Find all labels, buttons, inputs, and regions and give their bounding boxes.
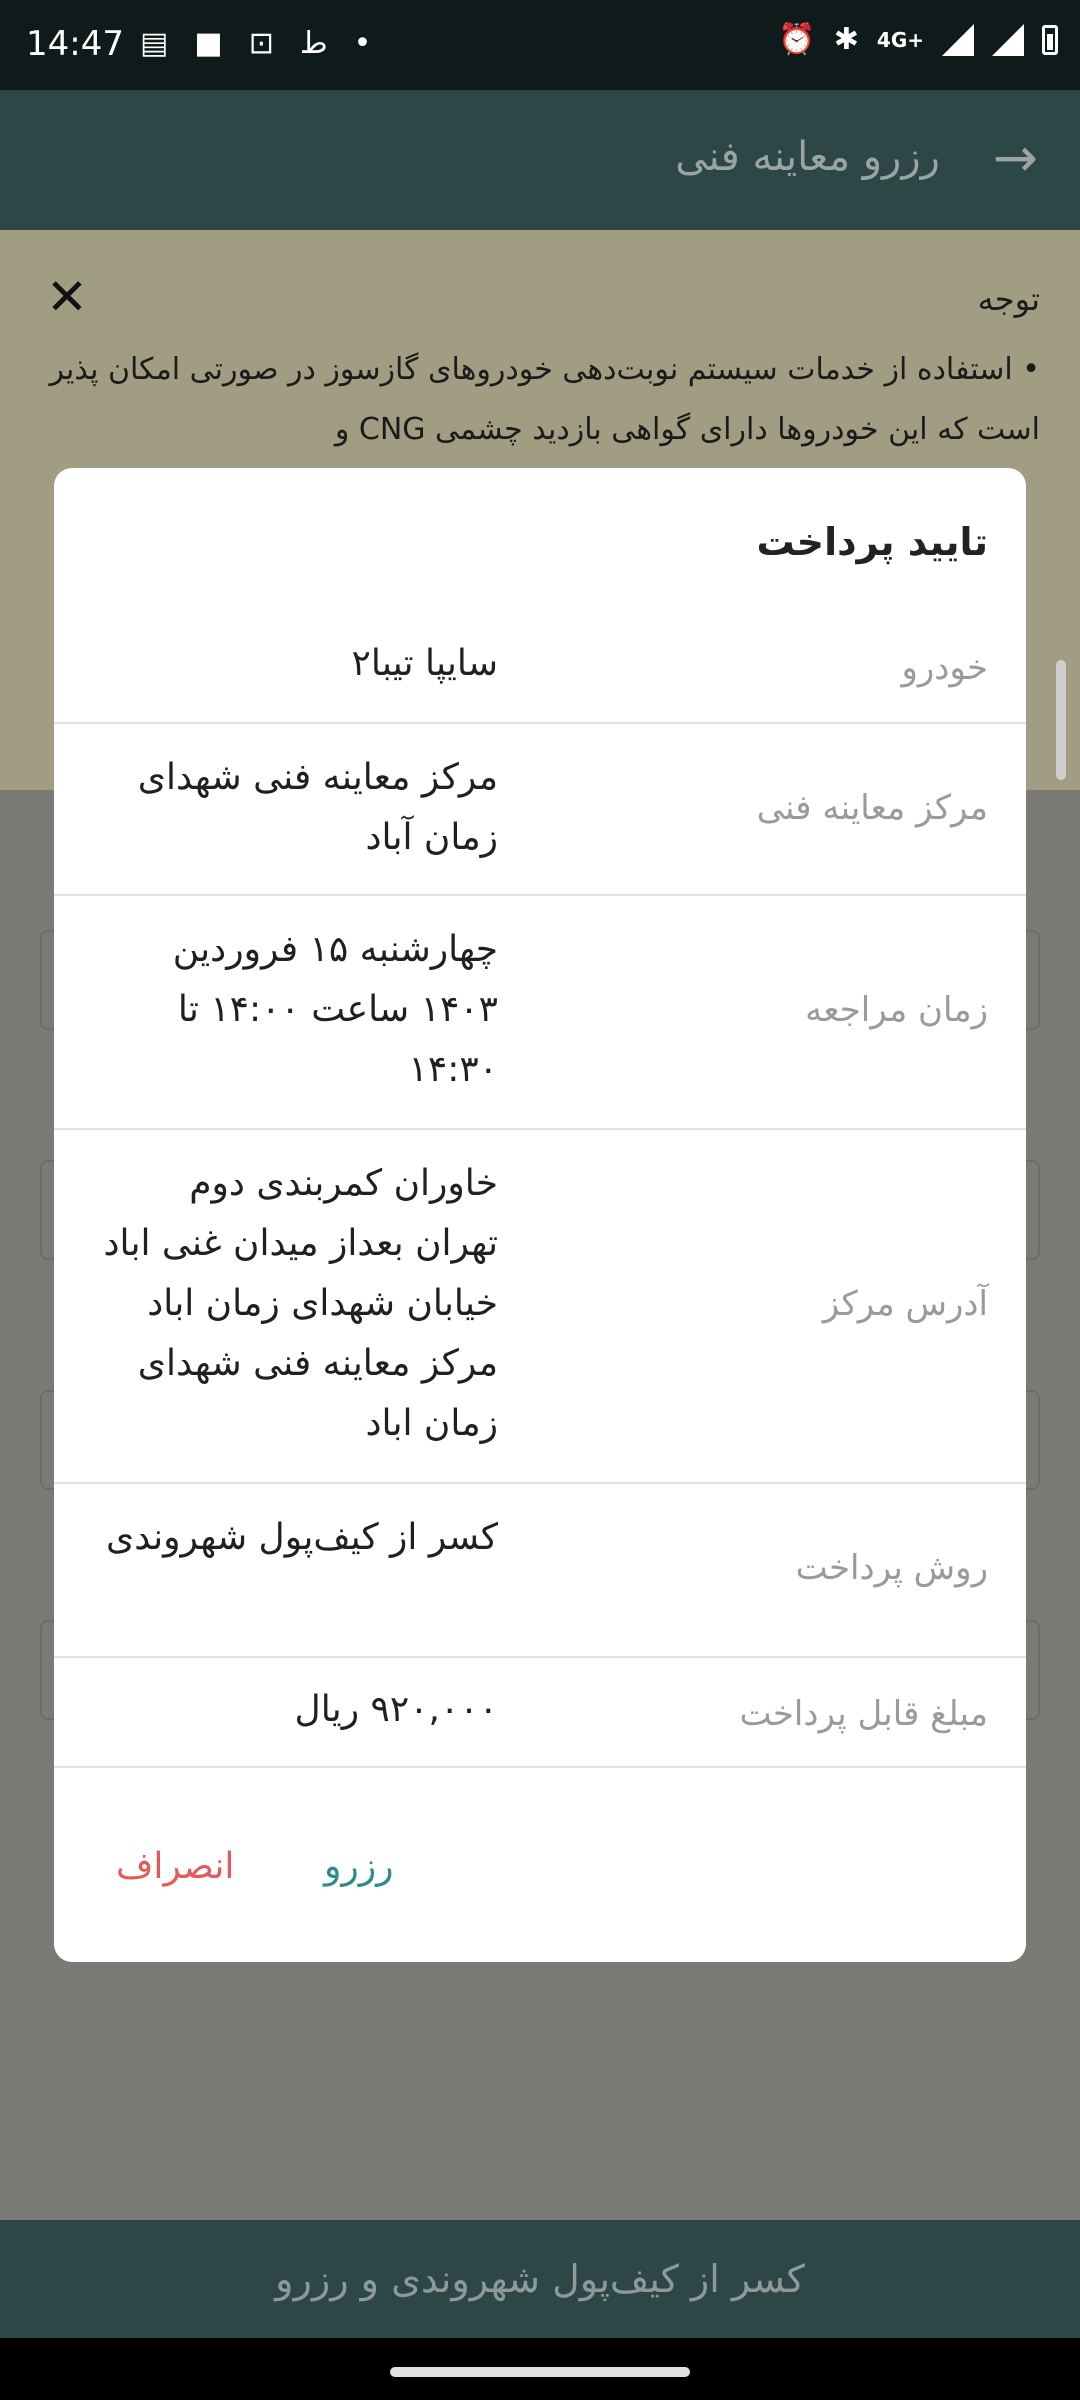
reserve-button[interactable]: رزرو (324, 1846, 394, 1887)
row-label: زمان مراجعه (805, 990, 988, 1030)
payment-confirm-dialog: تایید پرداخت خودرو سایپا تیبا۲ مرکز معای… (54, 468, 1026, 1962)
page-title: رزرو معاینه فنی (675, 134, 940, 180)
notification-brand-icon: ط (299, 26, 328, 61)
row-value: چهارشنبه ۱۵ فروردین ۱۴۰۳ ساعت ۱۴:۰۰ تا ۱… (172, 929, 498, 1090)
app-bar: → رزرو معاینه فنی (0, 90, 1080, 230)
notification-list-icon: ▤ (140, 26, 169, 61)
dialog-actions: رزرو انصراف (54, 1772, 1026, 1962)
row-value: سایپا تیبا۲ (351, 643, 499, 684)
row-label: روش پرداخت (795, 1548, 988, 1588)
alarm-icon: ⏰ (778, 22, 816, 57)
row-amount: مبلغ قابل پرداخت ۹۲۰,۰۰۰ ریال (54, 1658, 1026, 1768)
notification-dot-icon: • (353, 26, 372, 61)
close-icon[interactable]: ✕ (46, 268, 88, 326)
back-arrow-icon[interactable]: → (993, 126, 1038, 189)
cancel-button[interactable]: انصراف (116, 1846, 234, 1887)
notice-text: • استفاده از خدمات سیستم نوبت‌دهی خودروه… (49, 352, 1040, 447)
row-value: ۹۲۰,۰۰۰ ریال (294, 1689, 498, 1730)
row-label: مرکز معاینه فنی (756, 788, 988, 828)
row-time: زمان مراجعه چهارشنبه ۱۵ فروردین ۱۴۰۳ ساع… (54, 896, 1026, 1130)
pay-and-reserve-button[interactable]: کسر از کیف‌پول شهروندی و رزرو (0, 2220, 1080, 2338)
row-vehicle: خودرو سایپا تیبا۲ (54, 608, 1026, 724)
row-address: آدرس مرکز خاوران کمربندی دوم تهران بعداز… (54, 1130, 1026, 1484)
signal-icon (942, 23, 974, 56)
row-value: خاوران کمربندی دوم تهران بعداز میدان غنی… (103, 1163, 498, 1444)
row-center: مرکز معاینه فنی مرکز معاینه فنی شهدای زم… (54, 724, 1026, 896)
notification-icons: ▤ ■ ⊡ ط • (140, 26, 371, 61)
row-label: مبلغ قابل پرداخت (739, 1694, 988, 1734)
dialog-title: تایید پرداخت (756, 520, 988, 564)
notification-square-icon: ■ (194, 26, 223, 61)
status-time: 14:47 (26, 24, 124, 64)
bluetooth-icon: ✱ (833, 22, 859, 57)
scrollbar (1056, 660, 1066, 780)
network-type: 4G+ (876, 27, 924, 52)
signal-icon-2 (992, 23, 1024, 56)
row-payment-method: روش پرداخت کسر از کیف‌پول شهروندی (54, 1484, 1026, 1658)
notification-app-icon: ⊡ (248, 26, 274, 61)
row-label: خودرو (901, 648, 988, 688)
home-handle[interactable] (390, 2367, 690, 2377)
row-value: کسر از کیف‌پول شهروندی (106, 1517, 498, 1558)
row-label: آدرس مرکز (822, 1284, 988, 1324)
navigation-bar (0, 2338, 1080, 2400)
notice-title: توجه (977, 280, 1040, 318)
system-icons: ⏰ ✱ 4G+ (778, 22, 1058, 57)
battery-icon (1042, 24, 1058, 55)
status-bar: 14:47 ▤ ■ ⊡ ط • ⏰ ✱ 4G+ (0, 0, 1080, 90)
row-value: مرکز معاینه فنی شهدای زمان آباد (137, 757, 498, 858)
